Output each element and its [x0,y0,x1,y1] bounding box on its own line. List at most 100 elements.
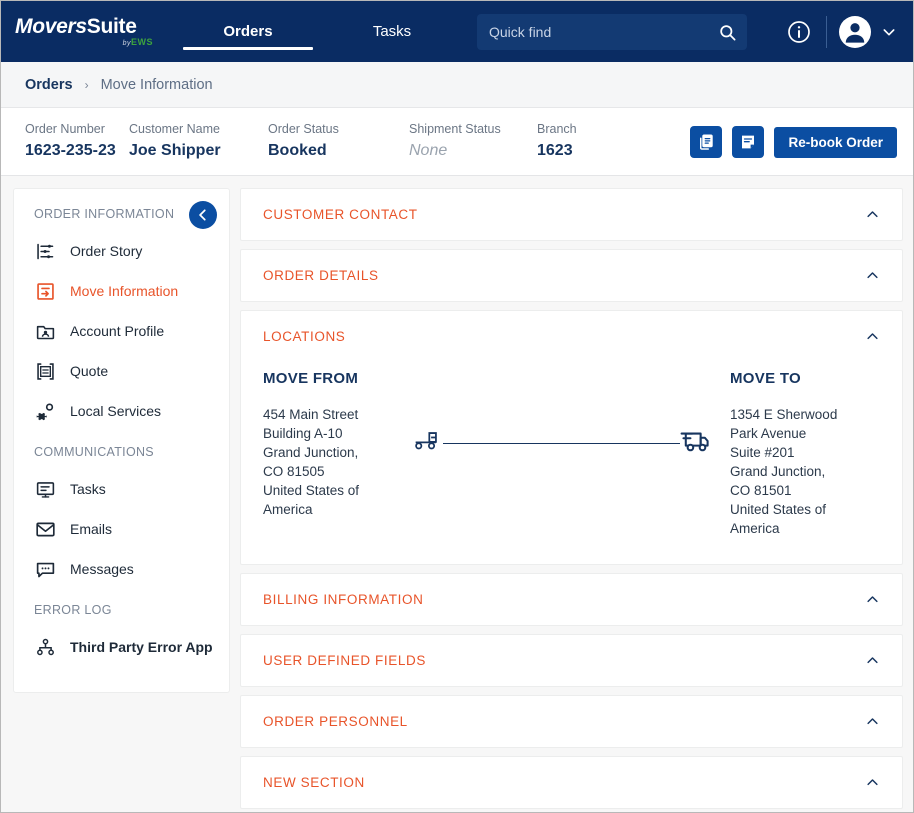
sections-column: CUSTOMER CONTACT ORDER DETAILS LOCATIONS [240,188,903,812]
chevron-up-icon[interactable] [864,329,880,345]
tab-orders[interactable]: Orders [175,1,321,62]
logo-by-text: by [123,40,131,47]
account-profile-icon [34,320,56,342]
local-services-icon [34,400,56,422]
move-to-line-6: United States of [730,500,880,519]
info-circle-icon[interactable] [782,15,816,49]
section-user-defined-fields: USER DEFINED FIELDS [240,634,903,687]
logo-ews-text: EWS [131,37,153,47]
move-from-line-4: CO 81505 [263,462,413,481]
customer-name-field: Customer Name Joe Shipper [129,121,268,162]
order-status-field: Order Status Booked [268,121,409,162]
logo-wordmark: MoversSuite [15,16,137,37]
sidebar-spacer-2 [14,589,229,603]
sidebar-item-emails-label: Emails [70,521,112,537]
order-header-actions: Re-book Order [690,108,897,176]
app-logo[interactable]: MoversSuite byEWS [15,16,153,47]
locations-content: MOVE FROM 454 Main Street Building A-10 … [241,362,902,564]
sidebar-item-move-information[interactable]: Move Information [14,271,229,311]
branch-field: Branch 1623 [537,121,657,162]
section-customer-contact-header[interactable]: CUSTOMER CONTACT [241,189,902,240]
breadcrumb-orders-link[interactable]: Orders [25,77,73,93]
sidebar-item-account-profile[interactable]: Account Profile [14,311,229,351]
section-order-personnel-header[interactable]: ORDER PERSONNEL [241,696,902,747]
logo-byline: byEWS [123,38,153,47]
quote-icon [34,360,56,382]
section-order-details: ORDER DETAILS [240,249,903,302]
trailer-truck-icon [413,430,443,457]
section-locations-title: LOCATIONS [263,329,345,344]
quick-find-search[interactable] [477,14,747,50]
sidebar-item-tasks[interactable]: Tasks [14,469,229,509]
search-input[interactable] [489,24,718,40]
search-icon[interactable] [718,23,737,42]
section-order-personnel-title: ORDER PERSONNEL [263,714,408,729]
chevron-down-icon[interactable] [881,24,897,40]
breadcrumb-current-page: Move Information [101,77,213,93]
move-to-line-2: Park Avenue [730,424,880,443]
email-icon [34,518,56,540]
sidebar-collapse-button[interactable] [189,201,217,229]
shipment-status-value: None [409,140,537,162]
section-customer-contact-title: CUSTOMER CONTACT [263,207,418,222]
sidebar-item-local-services[interactable]: Local Services [14,391,229,431]
sidebar-item-quote-label: Quote [70,363,108,379]
section-billing-information-title: BILLING INFORMATION [263,592,423,607]
chevron-up-icon[interactable] [864,775,880,791]
order-number-field: Order Number 1623-235-23 [25,121,129,162]
section-order-personnel: ORDER PERSONNEL [240,695,903,748]
breadcrumb: Orders › Move Information [1,62,913,108]
shipment-status-label: Shipment Status [409,121,537,138]
tab-orders-label: Orders [223,23,272,40]
section-user-defined-fields-header[interactable]: USER DEFINED FIELDS [241,635,902,686]
section-billing-information: BILLING INFORMATION [240,573,903,626]
sidebar-item-messages-label: Messages [70,561,134,577]
section-billing-information-header[interactable]: BILLING INFORMATION [241,574,902,625]
top-right-icons [782,1,897,62]
move-from-line-3: Grand Junction, [263,443,413,462]
chevron-up-icon[interactable] [864,653,880,669]
move-to-line-4: Grand Junction, [730,462,880,481]
shipment-status-field: Shipment Status None [409,121,537,162]
move-to-line-1: 1354 E Sherwood [730,405,880,424]
chevron-up-icon[interactable] [864,592,880,608]
sidebar-spacer-1 [14,431,229,445]
rebook-order-button[interactable]: Re-book Order [774,127,897,158]
order-story-icon [34,240,56,262]
order-status-value: Booked [268,140,409,162]
sidebar-item-account-profile-label: Account Profile [70,323,164,339]
copy-documents-icon[interactable] [690,126,722,158]
sidebar-item-messages[interactable]: Messages [14,549,229,589]
sidebar-item-local-services-label: Local Services [70,403,161,419]
section-new-section-header[interactable]: NEW SECTION [241,757,902,808]
application-window: MoversSuite byEWS Orders Tasks [0,0,914,813]
sidebar-item-quote[interactable]: Quote [14,351,229,391]
move-to-line-5: CO 81501 [730,481,880,500]
order-summary-header: Order Number 1623-235-23 Customer Name J… [1,108,913,176]
moving-truck-icon [680,428,712,459]
sidebar-item-third-party-error-app-label: Third Party Error App [70,639,213,655]
move-from-heading: MOVE FROM [263,370,413,387]
sidebar-item-tasks-label: Tasks [70,481,106,497]
order-number-value: 1623-235-23 [25,140,129,162]
sidebar-group-title-communications: COMMUNICATIONS [14,445,229,459]
chevron-up-icon[interactable] [864,268,880,284]
page-body: ORDER INFORMATION [1,176,913,812]
tasks-icon [34,478,56,500]
user-avatar-icon[interactable] [839,16,871,48]
customer-name-value: Joe Shipper [129,140,268,162]
sidebar-item-emails[interactable]: Emails [14,509,229,549]
chevron-up-icon[interactable] [864,207,880,223]
chevron-left-icon [196,208,210,222]
move-from-block: MOVE FROM 454 Main Street Building A-10 … [263,370,413,519]
sidebar-item-order-story[interactable]: Order Story [14,231,229,271]
tab-tasks[interactable]: Tasks [321,1,463,62]
route-connector-line [443,443,680,444]
chevron-up-icon[interactable] [864,714,880,730]
note-document-icon[interactable] [732,126,764,158]
section-new-section: NEW SECTION [240,756,903,809]
sidebar-item-third-party-error-app[interactable]: Third Party Error App [14,627,229,667]
section-order-details-header[interactable]: ORDER DETAILS [241,250,902,301]
section-locations-header[interactable]: LOCATIONS [241,311,902,362]
sidebar-navigation: ORDER INFORMATION [13,188,230,693]
